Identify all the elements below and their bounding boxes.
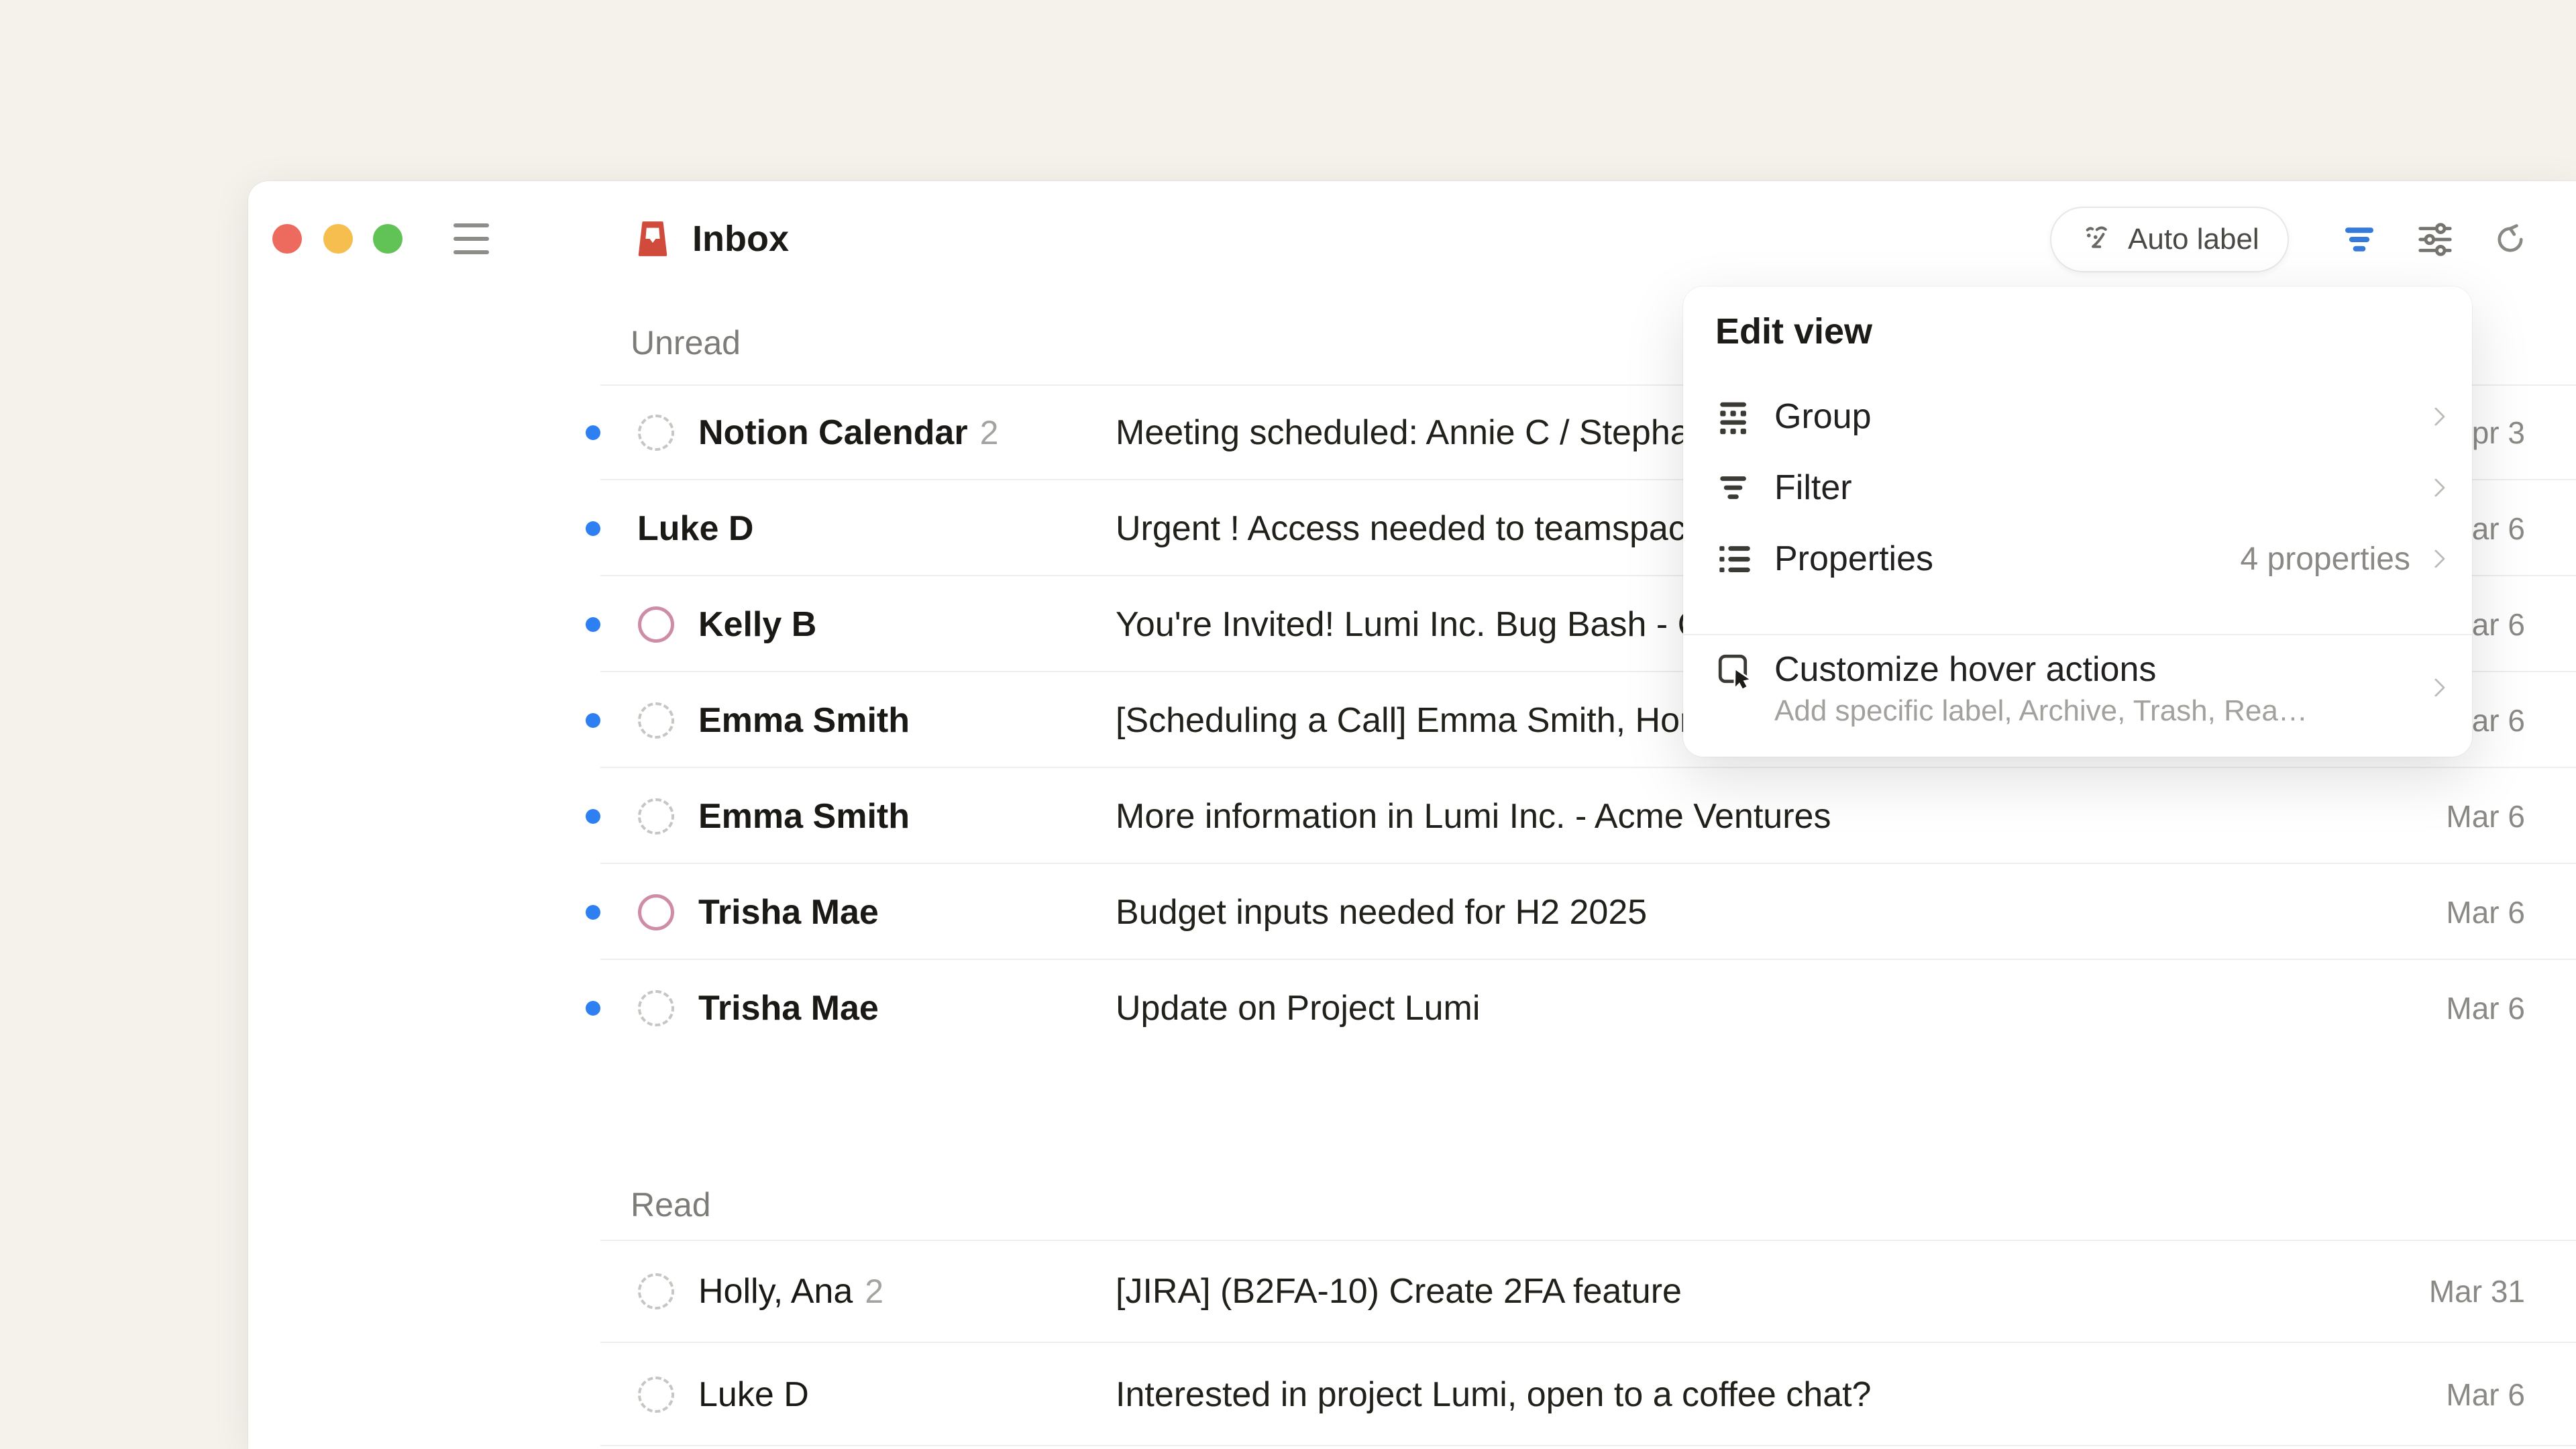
sender-name: Trisha Mae <box>698 893 879 932</box>
email-subject: [JIRA] (B2FA-10) Create 2FA feature <box>1116 1271 1682 1311</box>
email-date: Mar 6 <box>2446 798 2525 835</box>
chevron-right-icon <box>2426 549 2445 568</box>
sender-name-group: Kelly B <box>698 604 816 645</box>
unread-dot-icon <box>586 809 600 824</box>
email-row[interactable]: Luke D Interested in project Lumi, open t… <box>248 1343 2576 1446</box>
email-date: Mar 6 <box>2446 990 2525 1026</box>
unread-dot-icon <box>586 1001 600 1016</box>
unread-dot-icon <box>586 713 600 728</box>
avatar[interactable] <box>638 415 674 451</box>
email-subject: [Scheduling a Call] Emma Smith, Hor <box>1116 700 1691 741</box>
chevron-right-icon <box>2426 478 2445 497</box>
sender-name: Emma Smith <box>698 797 910 836</box>
filter-lines-icon <box>1715 468 1754 507</box>
edit-view-item-group[interactable]: Group <box>1715 382 2443 451</box>
avatar[interactable] <box>638 702 674 739</box>
email-subject: Urgent ! Access needed to teamspac <box>1116 508 1686 549</box>
sender-name-group: Luke D <box>698 1375 809 1415</box>
section-header: Read <box>631 1182 711 1228</box>
edit-view-panel: Edit view Group <box>1683 286 2472 757</box>
thread-count: 2 <box>980 414 999 451</box>
sender-name-group: Holly, Ana 2 <box>698 1271 883 1311</box>
email-row[interactable]: Holly, Ana 2 [JIRA] (B2FA-10) Create 2FA f… <box>248 1240 2576 1343</box>
sender-name-group: Luke D <box>637 508 753 549</box>
edit-view-item-customize-hover-actions[interactable]: Customize hover actions Add specific lab… <box>1715 641 2443 735</box>
unread-dot-icon <box>586 425 600 440</box>
unread-dot-icon <box>586 617 600 632</box>
sender-name: Luke D <box>698 1375 809 1414</box>
email-subject: You're Invited! Lumi Inc. Bug Bash - C <box>1116 604 1703 645</box>
hover-actions-label: Customize hover actions <box>1774 647 2308 692</box>
avatar[interactable] <box>638 1273 674 1309</box>
sender-name-group: Trisha Mae <box>698 988 879 1028</box>
hover-actions-subtitle: Add specific label, Archive, Trash, Rea… <box>1774 692 2308 731</box>
sender-name: Emma Smith <box>698 701 910 740</box>
sender-name: Trisha Mae <box>698 989 879 1028</box>
email-subject: Budget inputs needed for H2 2025 <box>1116 892 1647 932</box>
avatar[interactable] <box>638 894 674 930</box>
sender-name-group: Emma Smith <box>698 796 910 837</box>
unread-dot-icon <box>586 521 600 536</box>
edit-view-item-label: Filter <box>1774 468 1852 508</box>
edit-view-item-filter[interactable]: Filter <box>1715 453 2443 522</box>
sender-name-group: Notion Calendar 2 <box>698 413 998 453</box>
properties-list-icon <box>1715 539 1754 578</box>
edit-view-item-properties[interactable]: Properties 4 properties <box>1715 525 2443 593</box>
avatar[interactable] <box>638 1377 674 1413</box>
edit-view-item-label: Properties <box>1774 539 1933 579</box>
screen: Inbox Auto label <box>0 0 2576 1449</box>
sender-name-group: Trisha Mae <box>698 892 879 932</box>
chevron-right-icon <box>2426 407 2445 426</box>
email-subject: Meeting scheduled: Annie C / Stepha <box>1116 413 1690 453</box>
panel-title: Edit view <box>1715 311 1872 352</box>
row-divider <box>600 1445 2576 1446</box>
thread-count: 2 <box>865 1273 883 1310</box>
properties-count: 4 properties <box>2241 541 2410 578</box>
chevron-right-icon <box>2426 678 2445 697</box>
email-subject: More information in Lumi Inc. - Acme Ven… <box>1116 796 1831 837</box>
sender-name: Luke D <box>637 509 753 548</box>
email-subject: Interested in project Lumi, open to a co… <box>1116 1375 1871 1415</box>
sender-name: Notion Calendar <box>698 413 968 452</box>
avatar[interactable] <box>638 606 674 643</box>
panel-separator <box>1683 634 2472 635</box>
unread-dot-icon <box>586 905 600 920</box>
sender-name-group: Emma Smith <box>698 700 910 741</box>
group-icon <box>1715 397 1754 436</box>
email-date: Mar 6 <box>2446 1377 2525 1413</box>
hover-cursor-icon <box>1715 651 1754 690</box>
section-header: Unread <box>631 320 741 366</box>
sender-name: Holly, Ana <box>698 1272 853 1311</box>
edit-view-item-label: Group <box>1774 396 1872 437</box>
avatar[interactable] <box>638 990 674 1026</box>
email-subject: Update on Project Lumi <box>1116 988 1480 1028</box>
email-date: Mar 31 <box>2429 1273 2525 1309</box>
email-row[interactable]: Trisha Mae Budget inputs needed for H2 20… <box>248 864 2576 960</box>
email-date: Mar 6 <box>2446 894 2525 930</box>
email-row[interactable]: Emma Smith More information in Lumi Inc. … <box>248 768 2576 864</box>
avatar[interactable] <box>638 798 674 835</box>
sender-name: Kelly B <box>698 605 816 644</box>
email-row[interactable]: Trisha Mae Update on Project Lumi Mar 6 <box>248 960 2576 1056</box>
